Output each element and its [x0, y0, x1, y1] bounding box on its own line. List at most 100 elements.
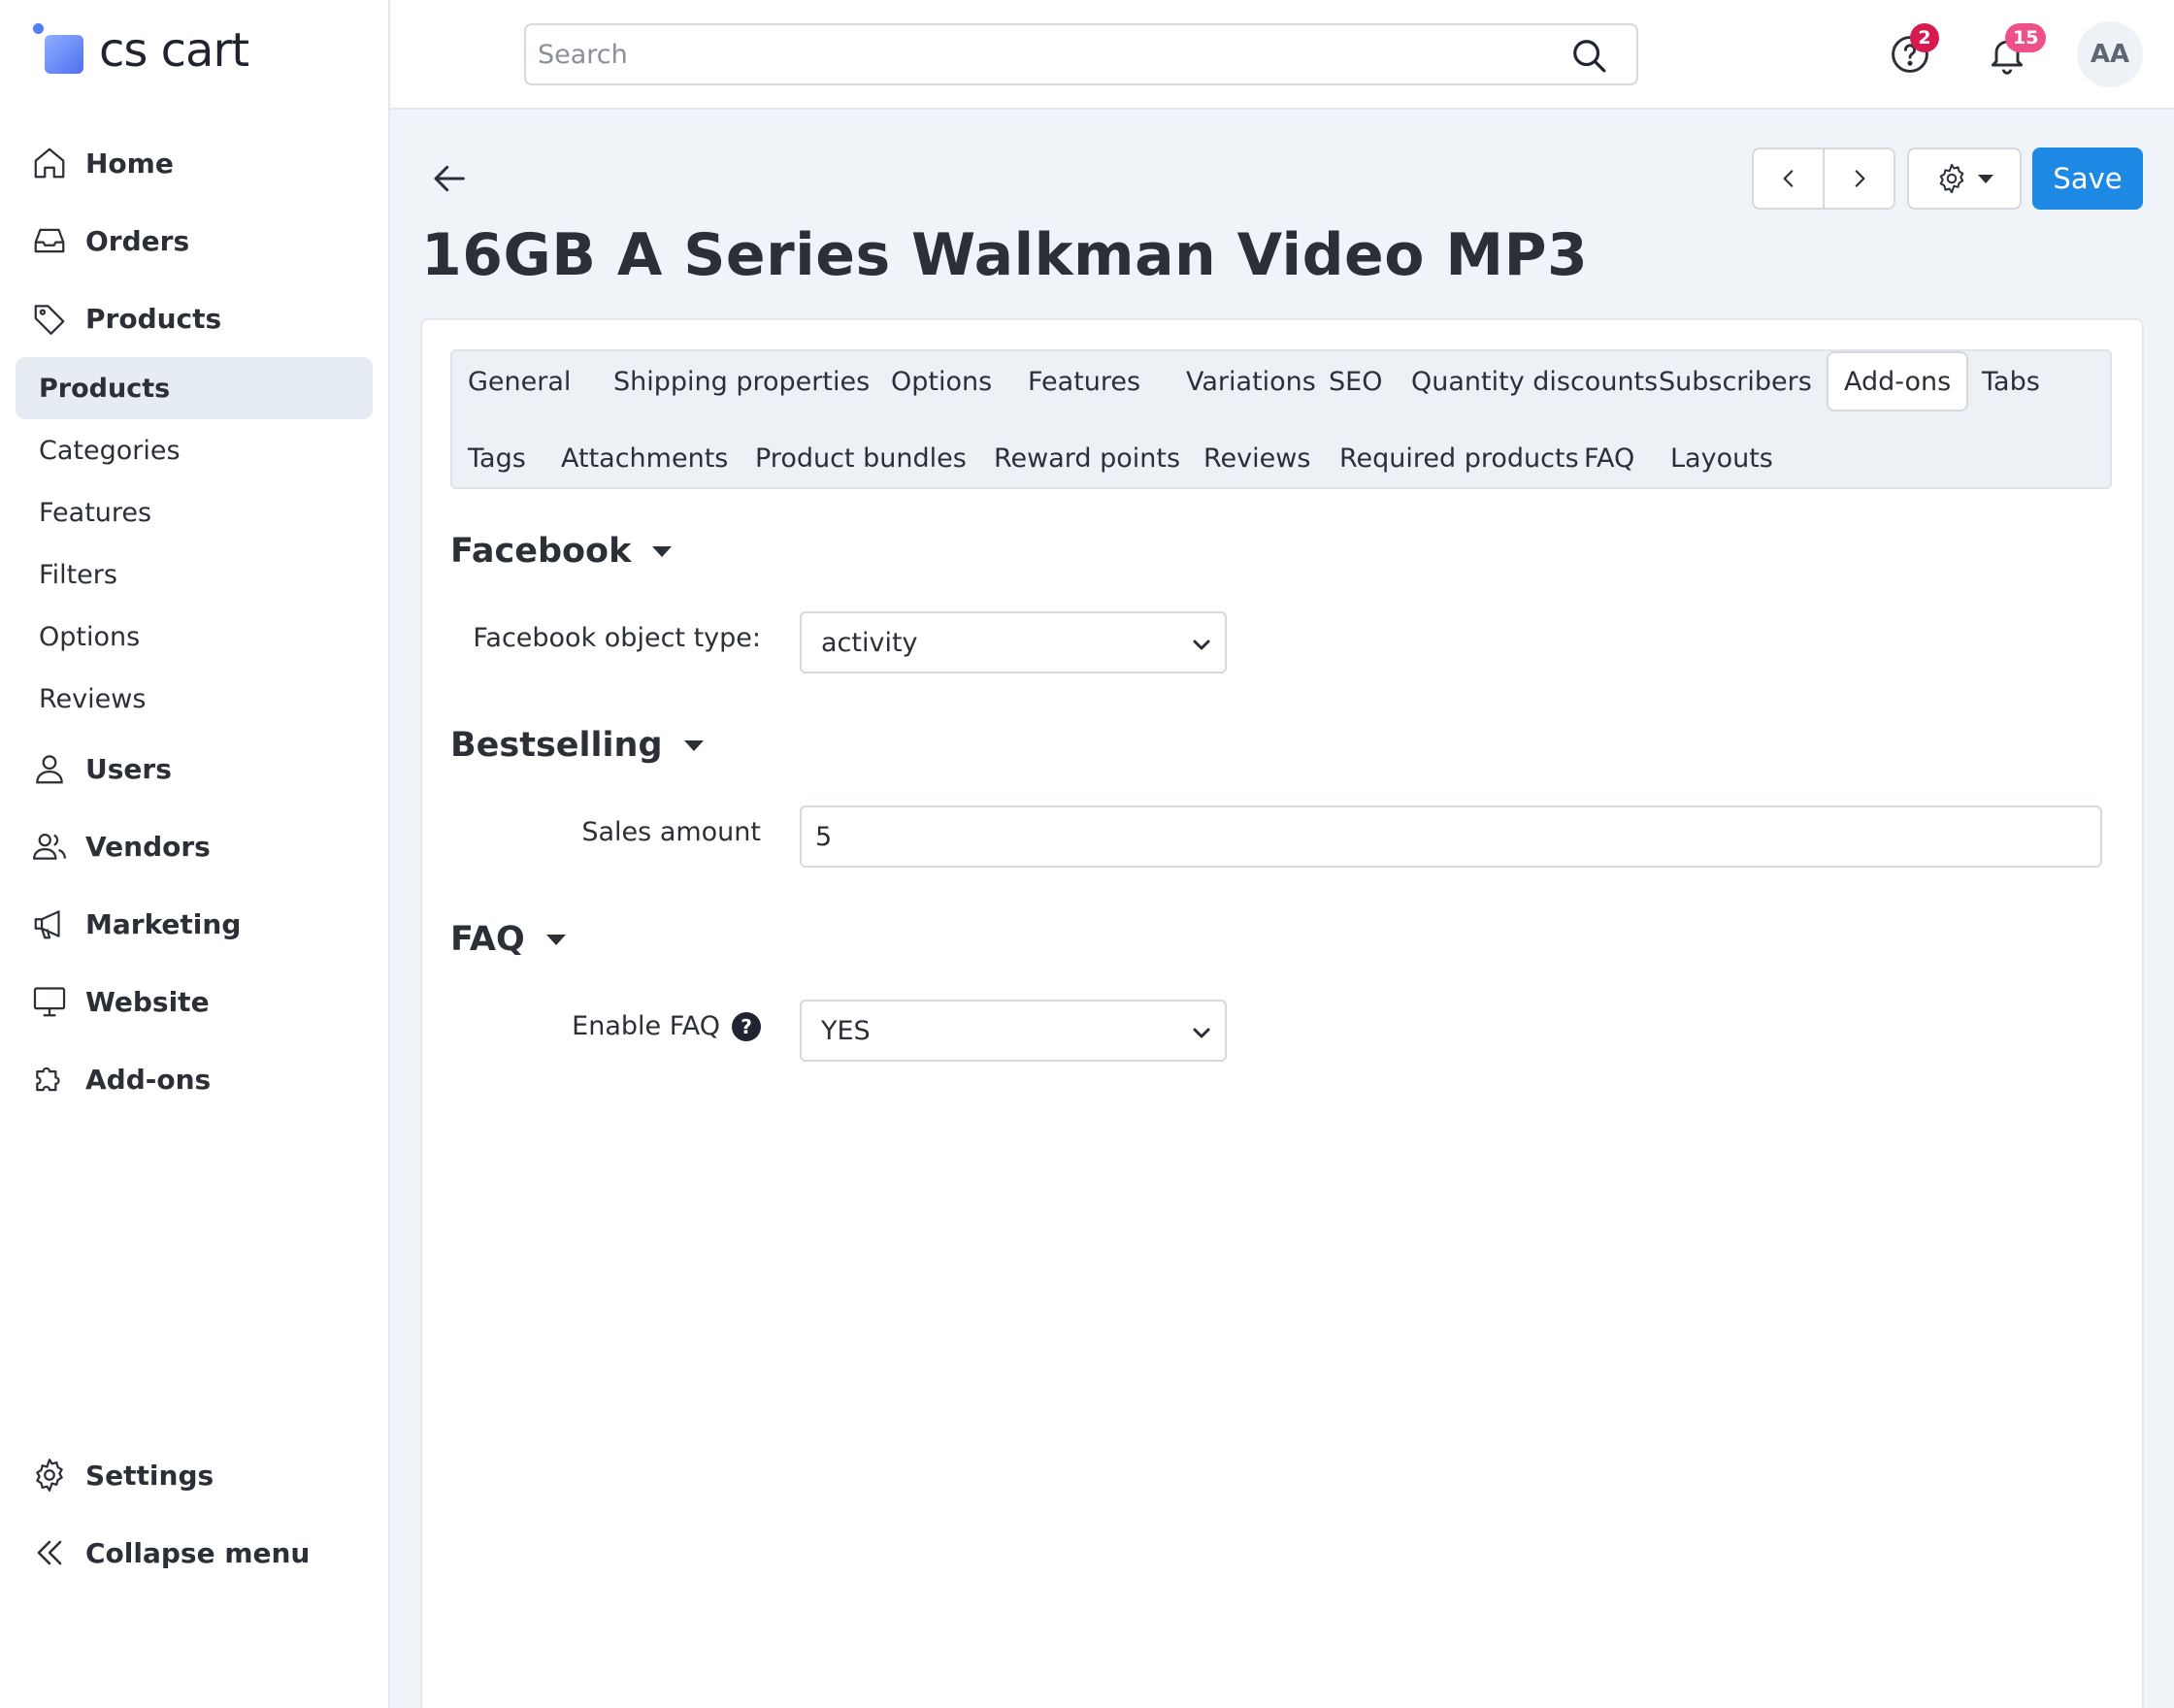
help-button[interactable]: 2 — [1889, 23, 1939, 82]
previous-button[interactable] — [1754, 149, 1823, 208]
tab-product-bundles[interactable]: Product bundles — [740, 428, 982, 488]
nav-item-label: Users — [85, 752, 172, 785]
section-title: Bestselling — [450, 726, 663, 765]
sidebar: cs cart Home Orders Products Products Ca… — [0, 0, 390, 1708]
tab-shipping-properties[interactable]: Shipping properties — [598, 351, 885, 411]
prev-next-group — [1752, 148, 1895, 210]
home-icon — [34, 148, 65, 179]
tab-required-products[interactable]: Required products — [1324, 428, 1595, 488]
search-input[interactable] — [538, 25, 1557, 83]
gear-icon — [36, 1459, 63, 1492]
nav-item-label: Collapse menu — [85, 1536, 311, 1569]
tab-tabs[interactable]: Tabs — [1966, 351, 2056, 411]
megaphone-icon — [34, 910, 60, 939]
nav-item-vendors[interactable]: Vendors — [16, 815, 373, 877]
sub-item-options[interactable]: Options — [16, 606, 373, 668]
sub-item-filters[interactable]: Filters — [16, 543, 373, 606]
sub-item-label: Products — [39, 373, 171, 404]
back-arrow-icon[interactable] — [431, 159, 470, 198]
monitor-icon — [33, 987, 66, 1017]
facebook-object-type-select[interactable]: activity — [800, 611, 1227, 673]
search-icon[interactable] — [1570, 37, 1607, 74]
nav-item-label: Home — [85, 147, 174, 180]
help-icon[interactable]: ? — [732, 1011, 761, 1041]
chevron-down-icon — [1193, 640, 1210, 650]
nav-item-settings[interactable]: Settings — [16, 1444, 373, 1506]
chevron-right-icon — [1855, 170, 1864, 187]
inbox-icon — [34, 228, 65, 253]
user-icon — [36, 755, 63, 784]
notifications-badge: 15 — [2005, 23, 2047, 52]
nav-item-users[interactable]: Users — [16, 738, 373, 800]
tab-layouts[interactable]: Layouts — [1655, 428, 1789, 488]
settings-dropdown-button[interactable] — [1907, 148, 2022, 210]
section-title: FAQ — [450, 920, 525, 959]
section-facebook-toggle[interactable]: Facebook — [450, 532, 673, 571]
caret-down-icon — [652, 545, 673, 557]
tab-features[interactable]: Features — [1012, 351, 1156, 411]
nav-item-label: Add-ons — [85, 1063, 212, 1096]
notifications-button[interactable]: 15 — [1986, 23, 2047, 82]
nav-item-add-ons[interactable]: Add-ons — [16, 1048, 373, 1110]
gear-icon — [1939, 163, 1964, 194]
nav-item-orders[interactable]: Orders — [16, 210, 373, 272]
tab-reward-points[interactable]: Reward points — [978, 428, 1196, 488]
tab-variations[interactable]: Variations — [1170, 351, 1332, 411]
help-badge: 2 — [1910, 23, 1939, 52]
logo-text: cs cart — [99, 23, 249, 78]
tab-subscribers[interactable]: Subscribers — [1643, 351, 1828, 411]
tab-faq[interactable]: FAQ — [1568, 428, 1650, 488]
tab-add-ons[interactable]: Add-ons — [1827, 351, 1969, 411]
tab-attachments[interactable]: Attachments — [545, 428, 743, 488]
nav-item-home[interactable]: Home — [16, 132, 373, 194]
facebook-object-type-label: Facebook object type: — [473, 623, 761, 653]
tab-options[interactable]: Options — [875, 351, 1007, 411]
chevron-left-icon — [1783, 170, 1793, 187]
avatar[interactable]: AA — [2077, 21, 2143, 87]
select-value: activity — [821, 627, 918, 658]
tab-reviews[interactable]: Reviews — [1188, 428, 1326, 488]
tab-general[interactable]: General — [452, 351, 586, 411]
tab-tags[interactable]: Tags — [452, 428, 542, 488]
select-value: YES — [821, 1015, 871, 1046]
section-title: Facebook — [450, 532, 632, 571]
sub-item-reviews[interactable]: Reviews — [16, 668, 373, 730]
tab-quantity-discounts[interactable]: Quantity discounts — [1396, 351, 1673, 411]
search-box — [524, 23, 1638, 85]
logo-mark — [31, 21, 89, 80]
chevron-down-icon — [1193, 1028, 1210, 1038]
nav-item-website[interactable]: Website — [16, 970, 373, 1033]
nav-item-label: Website — [85, 985, 210, 1018]
next-button[interactable] — [1823, 149, 1894, 208]
nav-item-products[interactable]: Products — [16, 287, 373, 349]
top-header: 2 15 AA — [390, 0, 2174, 110]
section-bestselling-toggle[interactable]: Bestselling — [450, 726, 704, 765]
section-faq-toggle[interactable]: FAQ — [450, 920, 566, 959]
tab-seo[interactable]: SEO — [1313, 351, 1398, 411]
sub-item-label: Filters — [39, 559, 117, 590]
enable-faq-select[interactable]: YES — [800, 1000, 1227, 1062]
sub-item-products[interactable]: Products — [16, 357, 373, 419]
sub-item-label: Features — [39, 497, 152, 528]
nav-item-label: Settings — [85, 1459, 214, 1492]
enable-faq-label-text: Enable FAQ — [572, 1011, 720, 1041]
nav-item-marketing[interactable]: Marketing — [16, 893, 373, 955]
sub-item-categories[interactable]: Categories — [16, 419, 373, 481]
puzzle-icon — [36, 1067, 60, 1092]
logo[interactable]: cs cart — [31, 21, 249, 80]
sales-amount-input[interactable]: 5 — [800, 805, 2102, 868]
sub-item-label: Reviews — [39, 683, 147, 714]
nav-item-label: Products — [85, 302, 222, 335]
nav-item-label: Marketing — [85, 907, 242, 940]
collapse-menu-button[interactable]: Collapse menu — [16, 1522, 373, 1584]
sub-item-features[interactable]: Features — [16, 481, 373, 543]
sub-item-label: Categories — [39, 435, 181, 466]
caret-down-icon — [545, 934, 566, 945]
tab-bar: General Shipping properties Options Feat… — [450, 349, 2112, 489]
double-chevron-left-icon — [37, 1540, 62, 1565]
sub-item-label: Options — [39, 621, 141, 652]
page-title: 16GB A Series Walkman Video MP3 — [421, 221, 1589, 289]
sales-amount-label: Sales amount — [581, 817, 761, 847]
save-button[interactable]: Save — [2032, 148, 2143, 210]
nav-item-label: Vendors — [85, 830, 211, 863]
